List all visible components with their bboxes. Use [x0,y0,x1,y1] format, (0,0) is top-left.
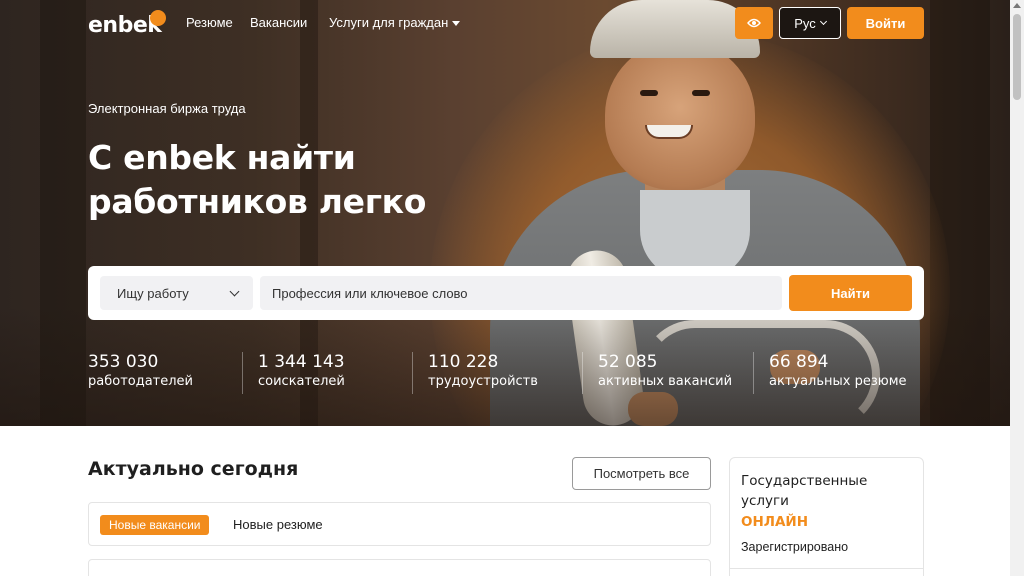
search-input[interactable] [260,276,782,310]
stat-value: 353 030 [88,352,159,372]
search-button[interactable]: Найти [789,275,912,311]
divider [730,568,923,569]
search-mode-select[interactable]: Ищу работу [100,276,253,310]
stat-label: актуальных резюме [769,374,907,389]
stat-employments: 110 228 трудоустройств [428,352,538,396]
hero-title-line2: работников легко [88,182,427,221]
stat-divider [412,352,413,394]
site-header: enbek Резюме Вакансии Услуги для граждан… [0,0,1010,46]
stat-label: трудоустройств [428,374,538,389]
stat-divider [582,352,583,394]
hero-subtitle: Электронная биржа труда [88,101,246,116]
search-mode-label: Ищу работу [117,285,189,301]
worker-smile [645,125,693,139]
chevron-down-icon [819,17,827,26]
stat-employers: 353 030 работодателей [88,352,193,396]
tab-new-resumes[interactable]: Новые резюме [233,517,323,532]
stat-value: 110 228 [428,352,499,372]
language-selector[interactable]: Рус [779,7,841,39]
scroll-up-arrow-icon[interactable] [1013,3,1021,8]
worker-eye [640,90,658,96]
stat-label: соискателей [258,374,345,389]
nav-services-label: Услуги для граждан [329,15,449,30]
stat-divider [242,352,243,394]
nav-vacancies[interactable]: Вакансии [250,15,307,30]
nav-resume[interactable]: Резюме [186,15,233,30]
stat-divider [753,352,754,394]
stat-value: 1 344 143 [258,352,345,372]
stat-vacancies: 52 085 активных вакансий [598,352,732,396]
worker-face [605,40,755,190]
view-all-button[interactable]: Посмотреть все [572,457,711,490]
vacancy-card[interactable] [88,559,711,576]
gov-services-online: ОНЛАЙН [741,514,809,530]
stat-value: 66 894 [769,352,829,372]
stat-value: 52 085 [598,352,658,372]
accessibility-button[interactable] [735,7,773,39]
eye-icon [747,18,761,28]
logo-mark [150,10,166,26]
tab-new-vacancies[interactable]: Новые вакансии [100,515,210,535]
gov-services-registered: Зарегистрировано [741,540,849,554]
stat-label: активных вакансий [598,374,733,389]
login-button[interactable]: Войти [847,7,924,39]
section-title: Актуально сегодня [88,458,299,480]
gov-services-title: Государственные услуги [741,473,868,509]
worker-eye [692,90,710,96]
caret-down-icon [452,21,461,27]
scrollbar-thumb[interactable] [1013,14,1021,100]
language-label: Рус [794,15,816,31]
hero-title: С enbek найти работников легко [88,136,548,224]
nav-services[interactable]: Услуги для граждан [329,15,461,30]
stat-label: работодателей [88,374,193,389]
stat-resumes: 66 894 актуальных резюме [769,352,907,396]
stat-jobseekers: 1 344 143 соискателей [258,352,345,396]
hero-title-line1: С enbek найти [88,138,356,177]
chevron-down-icon [229,286,240,297]
